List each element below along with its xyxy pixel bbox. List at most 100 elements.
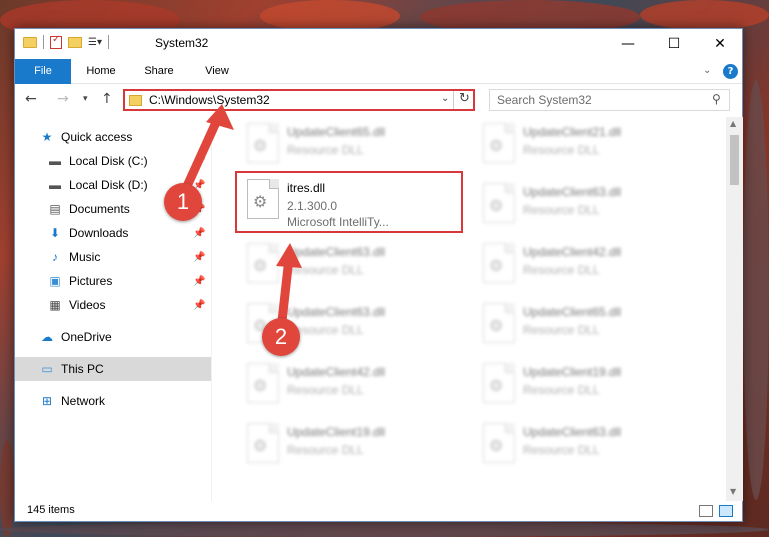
tab-home[interactable]: Home: [81, 59, 121, 84]
back-button[interactable]: ←: [25, 91, 37, 107]
file-tile[interactable]: ⚙ UpdateClient42.dll Resource DLL: [237, 357, 457, 413]
file-tile-itres[interactable]: ⚙ itres.dll 2.1.300.0 Microsoft IntelliT…: [235, 171, 463, 233]
file-version: 2.1.300.0: [287, 199, 338, 213]
vertical-scrollbar[interactable]: ▲ ▼: [726, 117, 743, 501]
forward-button[interactable]: →: [57, 91, 69, 107]
gear-icon: ⚙: [253, 136, 268, 155]
sidebar-item-label: Local Disk (D:): [69, 178, 148, 192]
gear-icon: ⚙: [489, 256, 504, 275]
tiles-view-icon[interactable]: [719, 505, 733, 517]
file-name: UpdateClient21.dll: [523, 125, 622, 139]
expand-ribbon-icon[interactable]: ⌄: [703, 65, 711, 76]
file-tile[interactable]: ⚙ UpdateClient65.dll Resource DLL: [237, 117, 457, 173]
file-list: ⚙ UpdateClient65.dll Resource DLL ⚙ Upda…: [225, 117, 725, 497]
computer-icon: ▭: [41, 362, 53, 376]
gear-icon: ⚙: [489, 376, 504, 395]
sidebar-item-music[interactable]: ♪ Music 📌: [15, 245, 211, 269]
sidebar-item-videos[interactable]: ▦ Videos 📌: [15, 293, 211, 317]
title-bar: ☰▾ System32 — ☐ ✕: [15, 29, 742, 59]
properties-icon[interactable]: [50, 34, 62, 49]
file-type: Resource DLL: [523, 263, 600, 277]
file-type: Resource DLL: [523, 143, 600, 157]
drive-icon: ▬: [49, 178, 61, 192]
step-2-callout: 2: [262, 318, 300, 356]
scrollbar-thumb[interactable]: [730, 135, 739, 185]
tab-file[interactable]: File: [15, 59, 71, 84]
dll-file-icon: ⚙: [247, 179, 279, 219]
file-description: Microsoft IntelliTy...: [287, 215, 389, 229]
pin-icon: 📌: [193, 275, 206, 287]
file-tile[interactable]: ⚙ UpdateClient63.dll Resource DLL: [237, 237, 457, 293]
tab-share[interactable]: Share: [139, 59, 179, 84]
sidebar-item-downloads[interactable]: ⬇ Downloads 📌: [15, 221, 211, 245]
file-name: UpdateClient63.dll: [287, 305, 386, 319]
sidebar-item-onedrive[interactable]: ☁ OneDrive: [15, 325, 211, 349]
music-icon: ♪: [52, 250, 58, 264]
star-icon: ★: [41, 130, 53, 144]
file-name: UpdateClient63.dll: [523, 185, 622, 199]
address-path[interactable]: C:\Windows\System32: [149, 93, 270, 107]
drive-icon: ▬: [49, 154, 61, 168]
file-tile[interactable]: ⚙ UpdateClient63.dll Resource DLL: [473, 417, 693, 473]
customize-toolbar-icon[interactable]: ☰▾: [88, 37, 102, 48]
pin-icon: 📌: [193, 299, 206, 311]
dll-file-icon: ⚙: [247, 123, 279, 163]
address-bar[interactable]: C:\Windows\System32 ⌄ ↻: [123, 89, 475, 111]
file-name: UpdateClient63.dll: [287, 245, 386, 259]
scroll-down-icon[interactable]: ▼: [730, 487, 736, 496]
file-type: Resource DLL: [523, 383, 600, 397]
maximize-button[interactable]: ☐: [651, 29, 697, 59]
sidebar-item-network[interactable]: ⊞ Network: [15, 389, 211, 413]
file-tile[interactable]: ⚙ UpdateClient21.dll Resource DLL: [473, 117, 693, 173]
sidebar-item-local-disk-c[interactable]: ▬ Local Disk (C:) 📌: [15, 149, 211, 173]
dll-file-icon: ⚙: [483, 363, 515, 403]
tab-view[interactable]: View: [197, 59, 237, 84]
sidebar-item-label: OneDrive: [61, 330, 112, 344]
window-title: System32: [155, 36, 209, 50]
pin-icon: 📌: [193, 227, 206, 239]
dll-file-icon: ⚙: [247, 363, 279, 403]
gear-icon: ⚙: [253, 192, 268, 211]
dll-file-icon: ⚙: [483, 183, 515, 223]
sidebar-item-quick-access[interactable]: ★ Quick access: [15, 125, 211, 149]
minimize-button[interactable]: —: [605, 29, 651, 59]
file-tile[interactable]: ⚙ UpdateClient19.dll Resource DLL: [237, 417, 457, 473]
details-view-icon[interactable]: [699, 505, 713, 517]
file-tile[interactable]: ⚙ UpdateClient19.dll Resource DLL: [473, 357, 693, 413]
dll-file-icon: ⚙: [483, 423, 515, 463]
file-type: Resource DLL: [287, 443, 364, 457]
sidebar-item-label: Downloads: [69, 226, 129, 240]
search-input[interactable]: Search System32 ⚲: [489, 89, 730, 111]
help-icon[interactable]: ?: [723, 64, 738, 79]
videos-icon: ▦: [49, 298, 61, 312]
sidebar-item-label: Local Disk (C:): [69, 154, 148, 168]
sidebar-item-label: Videos: [69, 298, 106, 312]
sidebar-item-label: Network: [61, 394, 106, 408]
sidebar-item-pictures[interactable]: ▣ Pictures 📌: [15, 269, 211, 293]
file-name: UpdateClient19.dll: [523, 365, 622, 379]
file-tile[interactable]: ⚙ UpdateClient63.dll Resource DLL: [473, 177, 693, 233]
file-tile[interactable]: ⚙ UpdateClient65.dll Resource DLL: [473, 297, 693, 353]
up-button[interactable]: ↑: [101, 91, 113, 107]
file-tile[interactable]: ⚙ UpdateClient42.dll Resource DLL: [473, 237, 693, 293]
file-name: UpdateClient19.dll: [287, 425, 386, 439]
dll-file-icon: ⚙: [483, 123, 515, 163]
quick-access-toolbar: ☰▾: [23, 34, 109, 49]
item-count: 145 items: [27, 504, 75, 516]
address-dropdown-icon[interactable]: ⌄: [441, 93, 449, 104]
sidebar-item-label: Music: [69, 250, 101, 264]
new-folder-icon[interactable]: [68, 36, 82, 48]
file-name: UpdateClient42.dll: [523, 245, 622, 259]
close-button[interactable]: ✕: [697, 29, 743, 59]
folder-icon: [129, 95, 142, 106]
gear-icon: ⚙: [489, 436, 504, 455]
gear-icon: ⚙: [253, 436, 268, 455]
sidebar-item-this-pc[interactable]: ▭ This PC: [15, 357, 211, 381]
search-icon[interactable]: ⚲: [712, 92, 721, 106]
recent-locations-button[interactable]: ▾: [83, 94, 88, 104]
pictures-icon: ▣: [49, 274, 61, 288]
toolbar-divider: [43, 35, 44, 49]
navigation-pane: ★ Quick access ▬ Local Disk (C:) 📌 ▬ Loc…: [15, 121, 211, 501]
refresh-icon[interactable]: ↻: [459, 91, 470, 106]
scroll-up-icon[interactable]: ▲: [730, 119, 736, 128]
